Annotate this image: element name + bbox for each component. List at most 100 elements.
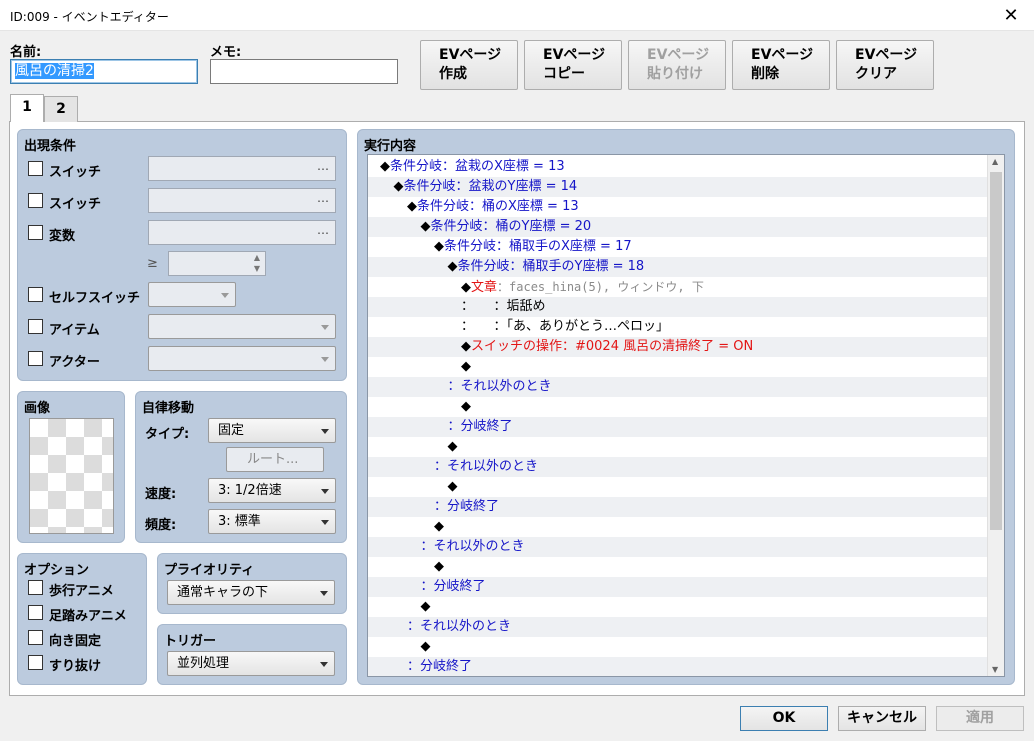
event-command-row[interactable]: ◆条件分岐：桶取手のX座標 = 17 (368, 237, 988, 257)
through-checkbox[interactable] (28, 655, 43, 670)
ev-page-clear-button[interactable]: EVページ クリア (836, 40, 934, 90)
command-text: 条件分岐：盆栽のY座標 = 14 (403, 179, 578, 194)
variable-label: 変数 (49, 229, 76, 244)
route-button-label: ルート... (247, 452, 299, 467)
frequency-value: 3: 標準 (218, 514, 261, 529)
event-command-row[interactable]: ： ：垢舐め (368, 297, 988, 317)
actor-checkbox[interactable] (28, 351, 43, 366)
diamond-bullet-icon: ◆ (434, 519, 444, 534)
character-image-preview[interactable] (29, 418, 114, 534)
switch1-label: スイッチ (49, 165, 102, 180)
ev-page-delete-button[interactable]: EVページ 削除 (732, 40, 830, 90)
event-command-row[interactable]: ◆条件分岐：桶のX座標 = 13 (368, 197, 988, 217)
vertical-scrollbar[interactable]: ▲ ▼ (987, 155, 1004, 676)
event-command-row[interactable]: ：分岐終了 (368, 497, 988, 517)
ev-page-paste-button[interactable]: EVページ 貼り付け (628, 40, 726, 90)
scroll-up-icon[interactable]: ▲ (992, 157, 998, 166)
cancel-button[interactable]: キャンセル (838, 706, 926, 731)
tab-page-1[interactable]: 1 (10, 94, 44, 122)
move-type-dropdown[interactable]: 固定 (208, 418, 336, 443)
self-switch-checkbox[interactable] (28, 287, 43, 302)
command-text: 条件分岐：盆栽のX座標 = 13 (390, 159, 565, 174)
event-command-row[interactable]: ◆ (368, 437, 988, 457)
event-command-row[interactable]: ◆条件分岐：桶のY座標 = 20 (368, 217, 988, 237)
frequency-dropdown[interactable]: 3: 標準 (208, 509, 336, 534)
event-command-row[interactable]: ◆ (368, 597, 988, 617)
move-type-label: タイプ: (145, 427, 190, 442)
ellipsis-icon: … (317, 191, 329, 205)
variable-value-spinner[interactable]: ▲ ▼ (168, 251, 266, 276)
tab-page-2[interactable]: 2 (44, 96, 78, 122)
diamond-bullet-icon: ◆ (434, 559, 444, 574)
event-command-row[interactable]: ◆ (368, 557, 988, 577)
switch1-select[interactable]: … (148, 156, 336, 181)
speed-label: 速度: (145, 487, 177, 502)
diamond-bullet-icon: ◆ (447, 479, 458, 494)
tab-label: 2 (56, 101, 66, 117)
event-command-row[interactable]: ◆文章：faces_hina(5), ウィンドウ, 下 (368, 277, 988, 297)
frequency-label: 頻度: (145, 518, 177, 533)
walking-anime-checkbox[interactable] (28, 580, 43, 595)
switch2-select[interactable]: … (148, 188, 336, 213)
event-command-row[interactable]: ：それ以外のとき (368, 377, 988, 397)
button-line2: 作成 (439, 66, 467, 82)
name-input[interactable]: 風呂の清掃2 (10, 59, 198, 84)
button-line2: 削除 (751, 66, 779, 82)
event-command-row[interactable]: ：分岐終了 (368, 417, 988, 437)
event-command-row[interactable]: ◆条件分岐：桶取手のY座標 = 18 (368, 257, 988, 277)
ellipsis-icon: … (317, 159, 329, 173)
button-line1: EVページ (855, 47, 918, 63)
route-button[interactable]: ルート... (226, 447, 324, 472)
scroll-down-icon[interactable]: ▼ (992, 665, 998, 674)
event-command-row[interactable]: ◆スイッチの操作：#0024 風呂の清掃終了 = ON (368, 337, 988, 357)
switch1-checkbox[interactable] (28, 161, 43, 176)
speed-dropdown[interactable]: 3: 1/2倍速 (208, 478, 336, 503)
event-command-row[interactable]: ：分岐終了 (368, 577, 988, 597)
priority-dropdown[interactable]: 通常キャラの下 (167, 580, 335, 605)
spin-up-icon[interactable]: ▲ (254, 253, 260, 262)
event-command-row[interactable]: ：分岐終了 (368, 657, 988, 676)
diamond-bullet-icon: ◆ (461, 399, 471, 414)
contents-title: 実行内容 (364, 139, 417, 154)
button-line2: コピー (543, 66, 585, 82)
item-dropdown[interactable] (148, 314, 336, 339)
event-command-row[interactable]: ：それ以外のとき (368, 537, 988, 557)
switch2-checkbox[interactable] (28, 193, 43, 208)
diamond-bullet-icon: ◆ (420, 219, 431, 234)
image-title: 画像 (24, 401, 51, 416)
event-command-row[interactable]: ◆条件分岐：盆栽のY座標 = 14 (368, 177, 988, 197)
event-command-row[interactable]: ◆ (368, 637, 988, 657)
event-command-row[interactable]: ◆ (368, 397, 988, 417)
item-checkbox[interactable] (28, 319, 43, 334)
autonomous-title: 自律移動 (142, 401, 195, 416)
event-command-row[interactable]: ：それ以外のとき (368, 457, 988, 477)
stepping-anime-checkbox[interactable] (28, 605, 43, 620)
apply-button[interactable]: 適用 (936, 706, 1024, 731)
direction-fix-checkbox[interactable] (28, 630, 43, 645)
spin-down-icon[interactable]: ▼ (254, 264, 260, 273)
trigger-dropdown[interactable]: 並列処理 (167, 651, 335, 676)
event-command-row[interactable]: ◆ (368, 477, 988, 497)
variable-select[interactable]: … (148, 220, 336, 245)
memo-label: メモ: (210, 45, 242, 60)
self-switch-label: セルフスイッチ (49, 291, 141, 306)
command-text: スイッチの操作：#0024 風呂の清掃終了 = ON (471, 339, 754, 354)
ev-page-copy-button[interactable]: EVページ コピー (524, 40, 622, 90)
button-line1: EVページ (647, 47, 710, 63)
actor-dropdown[interactable] (148, 346, 336, 371)
event-command-row[interactable]: ◆ (368, 357, 988, 377)
close-button[interactable]: ✕ (988, 0, 1034, 31)
command-text: ：それ以外のとき (420, 539, 525, 554)
variable-checkbox[interactable] (28, 225, 43, 240)
event-command-list[interactable]: ◆条件分岐：盆栽のX座標 = 13 ◆条件分岐：盆栽のY座標 = 14 ◆条件分岐：… (367, 154, 1005, 677)
memo-input[interactable] (210, 59, 398, 84)
ok-button[interactable]: OK (740, 706, 828, 731)
event-command-row[interactable]: ： ：「あ、ありがとう…ペロッ」 (368, 317, 988, 337)
self-switch-dropdown[interactable] (148, 282, 236, 307)
ev-page-create-button[interactable]: EVページ 作成 (420, 40, 518, 90)
event-command-row[interactable]: ：それ以外のとき (368, 617, 988, 637)
scrollbar-thumb[interactable] (990, 172, 1002, 530)
command-text: ：それ以外のとき (434, 459, 539, 474)
event-command-row[interactable]: ◆条件分岐：盆栽のX座標 = 13 (368, 157, 988, 177)
event-command-row[interactable]: ◆ (368, 517, 988, 537)
